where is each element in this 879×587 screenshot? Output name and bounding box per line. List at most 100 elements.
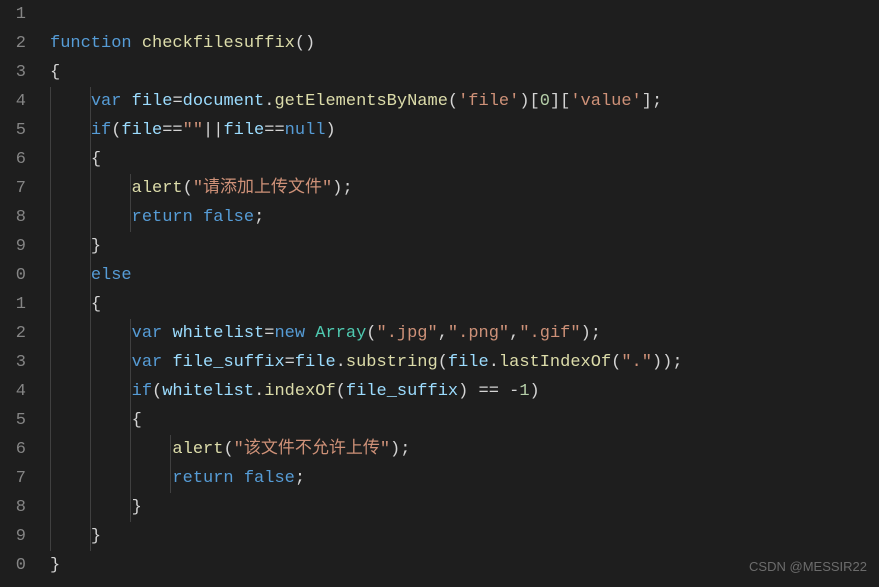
code-line[interactable]: if(file==""||file==null) [50, 116, 879, 145]
indent-guide [50, 290, 51, 319]
token-pun: = [172, 92, 182, 111]
indent-guide [50, 522, 51, 551]
token-fn: alert [172, 440, 223, 459]
line-number: 6 [0, 145, 32, 174]
code-text: } [50, 556, 60, 575]
token-kw: new [274, 324, 315, 343]
token-pun: ); [390, 440, 410, 459]
code-text: alert("请添加上传文件"); [50, 179, 353, 198]
token-id: file [132, 92, 173, 111]
token-pun: ][ [550, 92, 570, 111]
token-pun: ); [332, 179, 352, 198]
code-line[interactable]: } [50, 232, 879, 261]
line-number: 1 [0, 0, 32, 29]
code-line[interactable]: { [50, 290, 879, 319]
token-pun: . [489, 353, 499, 372]
indent-guide [90, 377, 91, 406]
indent-guide [50, 319, 51, 348]
line-number: 3 [0, 58, 32, 87]
token-id: document [183, 92, 265, 111]
token-pun: ( [366, 324, 376, 343]
indent-guide [130, 348, 131, 377]
token-str: "请添加上传文件" [193, 179, 332, 198]
code-line[interactable]: { [50, 145, 879, 174]
token-pun: , [438, 324, 448, 343]
indent-guide [50, 203, 51, 232]
code-line[interactable]: } [50, 522, 879, 551]
token-str: ".jpg" [377, 324, 438, 343]
code-text: } [50, 498, 142, 517]
code-line[interactable]: return false; [50, 203, 879, 232]
indent-guide [50, 348, 51, 377]
token-str: ".png" [448, 324, 509, 343]
indent-guide [90, 522, 91, 551]
code-text: if(whitelist.indexOf(file_suffix) == -1) [50, 382, 540, 401]
code-line[interactable]: var file_suffix=file.substring(file.last… [50, 348, 879, 377]
token-pun: ; [295, 469, 305, 488]
indent-guide [50, 145, 51, 174]
token-pun: || [203, 121, 223, 140]
token-kw: else [91, 266, 132, 285]
token-bool: null [285, 121, 326, 140]
code-line[interactable]: alert("该文件不允许上传"); [50, 435, 879, 464]
token-kw: var [132, 353, 173, 372]
code-line[interactable]: var whitelist=new Array(".jpg",".png",".… [50, 319, 879, 348]
code-line[interactable]: alert("请添加上传文件"); [50, 174, 879, 203]
token-pun: } [91, 527, 101, 546]
token-pun: )); [652, 353, 683, 372]
token-fn: checkfilesuffix [142, 34, 295, 53]
code-line[interactable]: return false; [50, 464, 879, 493]
code-line[interactable]: { [50, 406, 879, 435]
indent-guide [50, 493, 51, 522]
code-line[interactable]: function checkfilesuffix() [50, 29, 879, 58]
indent-guide [90, 174, 91, 203]
line-number-gutter: 12345678901234567890 [0, 0, 32, 587]
indent-guide [130, 377, 131, 406]
line-number: 7 [0, 174, 32, 203]
line-number: 9 [0, 232, 32, 261]
line-number: 9 [0, 522, 32, 551]
indent-guide [130, 319, 131, 348]
line-number: 5 [0, 116, 32, 145]
indent-guide [90, 87, 91, 116]
code-line[interactable]: } [50, 493, 879, 522]
code-line[interactable]: { [50, 58, 879, 87]
token-id: file [223, 121, 264, 140]
token-id: file [121, 121, 162, 140]
code-editor[interactable]: 12345678901234567890 function checkfiles… [0, 0, 879, 587]
token-pun: ( [183, 179, 193, 198]
line-number: 3 [0, 348, 32, 377]
indent-guide [90, 493, 91, 522]
line-number: 8 [0, 203, 32, 232]
token-str: 'file' [458, 92, 519, 111]
token-fn: substring [346, 353, 438, 372]
token-bool: false [244, 469, 295, 488]
indent-guide [130, 435, 131, 464]
line-number: 0 [0, 261, 32, 290]
indent-guide [130, 464, 131, 493]
token-id: whitelist [162, 382, 254, 401]
code-text: alert("该文件不允许上传"); [50, 440, 410, 459]
code-line[interactable]: var file=document.getElementsByName('fil… [50, 87, 879, 116]
line-number: 7 [0, 464, 32, 493]
code-text: } [50, 237, 101, 256]
token-id: file_suffix [346, 382, 458, 401]
indent-guide [130, 203, 131, 232]
token-kw: return [172, 469, 243, 488]
indent-guide [90, 232, 91, 261]
line-number: 5 [0, 406, 32, 435]
code-line[interactable]: else [50, 261, 879, 290]
code-area[interactable]: function checkfilesuffix(){ var file=doc… [32, 0, 879, 587]
code-line[interactable]: if(whitelist.indexOf(file_suffix) == -1) [50, 377, 879, 406]
token-pun: } [132, 498, 142, 517]
line-number: 2 [0, 29, 32, 58]
code-line[interactable] [50, 0, 879, 29]
indent-guide [50, 435, 51, 464]
token-pun: . [264, 92, 274, 111]
token-pun: ( [336, 382, 346, 401]
indent-guide [90, 435, 91, 464]
token-str: 'value' [570, 92, 641, 111]
line-number: 4 [0, 87, 32, 116]
watermark-text: CSDN @MESSIR22 [749, 552, 867, 581]
token-pun: ( [611, 353, 621, 372]
